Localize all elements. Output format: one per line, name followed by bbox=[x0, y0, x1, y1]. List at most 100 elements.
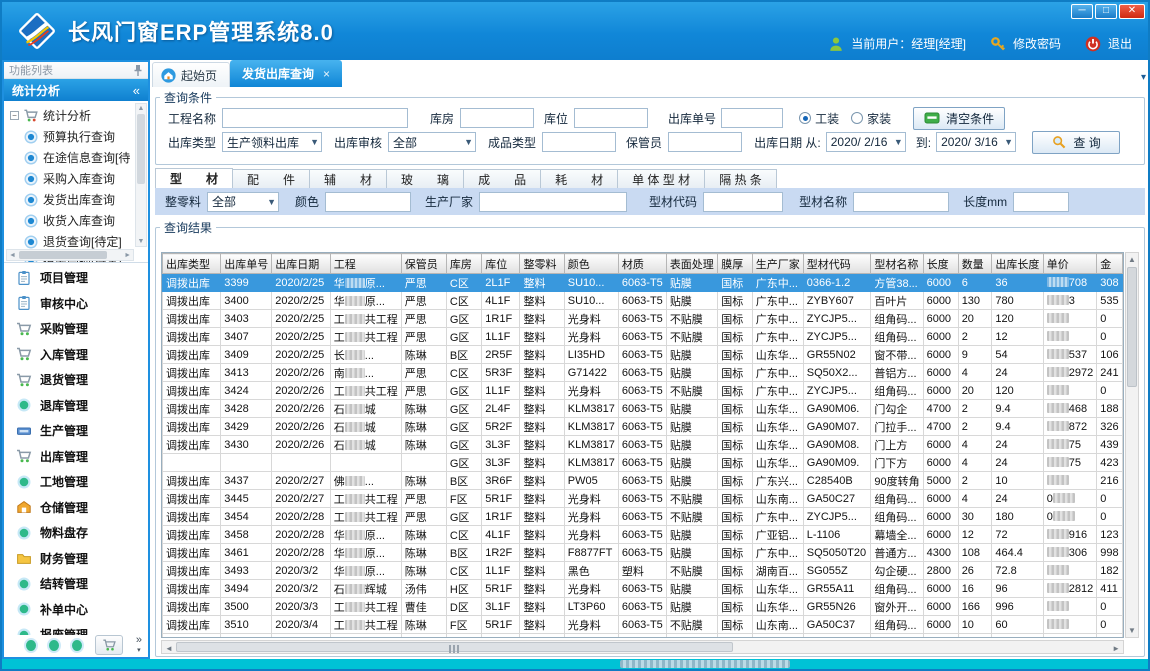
column-header[interactable]: 长度 bbox=[923, 254, 958, 274]
warehouse-input[interactable] bbox=[460, 108, 534, 128]
more-modules-button[interactable]: » ▾ bbox=[136, 636, 142, 655]
scroll-thumb[interactable] bbox=[137, 114, 145, 184]
location-input[interactable] bbox=[574, 108, 648, 128]
material-tab[interactable]: 型 材 bbox=[155, 168, 233, 189]
column-header[interactable]: 库房 bbox=[446, 254, 481, 274]
module-dot-icon[interactable] bbox=[49, 640, 59, 651]
table-row[interactable]: 调拨出库34292020/2/26石城陈琳G区5R2F整料KLM38176063… bbox=[163, 418, 1123, 436]
table-row[interactable]: 调拨出库35102020/3/4工共工程陈琳F区5R1F整料光身料6063-T5… bbox=[163, 616, 1123, 634]
product-type-input[interactable] bbox=[542, 132, 616, 152]
tree-item[interactable]: 在途信息查询[待 bbox=[10, 147, 134, 168]
table-row[interactable]: 调拨出库34942020/3/2石辉城汤伟H区5R1F整料光身料6063-T5贴… bbox=[163, 580, 1123, 598]
tree-item[interactable]: 预算执行查询 bbox=[10, 126, 134, 147]
column-header[interactable]: 出库长度 bbox=[992, 254, 1043, 274]
sidebar-item[interactable]: 补单中心 bbox=[4, 597, 148, 623]
date-to-select[interactable]: 2020/ 3/16▼ bbox=[936, 132, 1016, 152]
table-row[interactable]: G区3L3F整料KLM38176063-T5贴膜国标山东华...GA90M09.… bbox=[163, 454, 1123, 472]
table-row[interactable]: 调拨出库34542020/2/28工共工程严思G区1R1F整料光身料6063-T… bbox=[163, 508, 1123, 526]
column-header[interactable]: 颜色 bbox=[564, 254, 618, 274]
sidebar-item[interactable]: 生产管理 bbox=[4, 418, 148, 444]
order-no-input[interactable] bbox=[721, 108, 783, 128]
table-row[interactable]: 调拨出库34002020/2/25华原...严思C区4L1F整料SU10...6… bbox=[163, 292, 1123, 310]
column-header[interactable]: 出库单号 bbox=[221, 254, 272, 274]
sidebar-item[interactable]: 审核中心 bbox=[4, 291, 148, 317]
table-row[interactable]: 调拨出库34092020/2/25长...陈琳B区2R5F整料LI35HD606… bbox=[163, 346, 1123, 364]
scroll-left-icon[interactable]: ◄ bbox=[165, 644, 173, 653]
clear-conditions-button[interactable]: 清空条件 bbox=[913, 107, 1005, 130]
material-tab[interactable]: 辅 材 bbox=[310, 169, 387, 189]
column-header[interactable]: 出库日期 bbox=[272, 254, 331, 274]
audit-select[interactable]: 全部▼ bbox=[388, 132, 476, 152]
collapse-box-icon[interactable]: − bbox=[10, 111, 19, 120]
profile-code-input[interactable] bbox=[703, 192, 783, 212]
manufacturer-input[interactable] bbox=[479, 192, 627, 212]
column-header[interactable]: 库位 bbox=[482, 254, 520, 274]
sidebar-item[interactable]: 项目管理 bbox=[4, 265, 148, 291]
tree-root[interactable]: − 统计分析 bbox=[10, 105, 134, 126]
column-header[interactable]: 表面处理 bbox=[666, 254, 717, 274]
tree-vertical-scrollbar[interactable]: ▲ ▼ bbox=[135, 103, 147, 247]
tree-item[interactable]: 采购入库查询 bbox=[10, 168, 134, 189]
sidebar-item[interactable]: 入库管理 bbox=[4, 342, 148, 368]
sidebar-item[interactable]: 仓储管理 bbox=[4, 495, 148, 521]
profile-name-input[interactable] bbox=[853, 192, 949, 212]
module-dot-icon[interactable] bbox=[72, 640, 82, 651]
sidebar-item[interactable]: 物料盘存 bbox=[4, 520, 148, 546]
keeper-input[interactable] bbox=[668, 132, 742, 152]
scroll-left-icon[interactable]: ◄ bbox=[9, 252, 16, 259]
table-row[interactable]: 调拨出库34072020/2/25工共工程严思G区1L1F整料光身料6063-T… bbox=[163, 328, 1123, 346]
table-row[interactable]: 调拨出库33992020/2/25华原...严思C区2L1F整料SU10...6… bbox=[163, 274, 1123, 292]
column-header[interactable]: 金 bbox=[1097, 254, 1123, 274]
tree-horizontal-scrollbar[interactable]: ◄ ► bbox=[6, 249, 134, 261]
sidebar-item[interactable]: 采购管理 bbox=[4, 316, 148, 342]
sidebar-item[interactable]: 出库管理 bbox=[4, 444, 148, 470]
column-header[interactable]: 生产厂家 bbox=[752, 254, 803, 274]
sidebar-item[interactable]: 财务管理 bbox=[4, 546, 148, 572]
tree-item[interactable]: 收货入库查询 bbox=[10, 210, 134, 231]
scroll-thumb[interactable] bbox=[176, 642, 733, 652]
table-row[interactable]: 调拨出库34372020/2/27佛...陈琳B区3R6F整料PW056063-… bbox=[163, 472, 1123, 490]
table-row[interactable]: 调拨出库34932020/3/2华原...陈琳C区1L1F整料黑色塑料不贴膜国标… bbox=[163, 562, 1123, 580]
column-header[interactable]: 整零料 bbox=[520, 254, 564, 274]
sidebar-item[interactable]: 报废管理 bbox=[4, 622, 148, 635]
table-row[interactable]: 调拨出库34302020/2/26石城陈琳G区3L3F整料KLM38176063… bbox=[163, 436, 1123, 454]
column-header[interactable]: 出库类型 bbox=[163, 254, 221, 274]
table-row[interactable]: 调拨出库34282020/2/26石城陈琳G区2L4F整料KLM38176063… bbox=[163, 400, 1123, 418]
scroll-right-icon[interactable]: ► bbox=[1112, 644, 1120, 653]
close-button[interactable]: ✕ bbox=[1119, 4, 1145, 19]
tree-item[interactable]: 发货出库查询 bbox=[10, 189, 134, 210]
date-from-select[interactable]: 2020/ 2/16▼ bbox=[826, 132, 906, 152]
sidebar-item[interactable]: 退货管理 bbox=[4, 367, 148, 393]
material-tab[interactable]: 隔 热 条 bbox=[705, 169, 777, 189]
material-tab[interactable]: 玻 璃 bbox=[387, 169, 464, 189]
pin-icon[interactable] bbox=[133, 64, 143, 76]
grid-vertical-scrollbar[interactable]: ▲ ▼ bbox=[1125, 252, 1139, 638]
column-header[interactable]: 保管员 bbox=[401, 254, 446, 274]
column-header[interactable]: 数量 bbox=[958, 254, 992, 274]
search-button[interactable]: 查 询 bbox=[1032, 131, 1120, 154]
table-row[interactable]: 调拨出库34612020/2/28华原...陈琳B区1R2F整料F8877FT6… bbox=[163, 544, 1123, 562]
outbound-type-select[interactable]: 生产领料出库▼ bbox=[222, 132, 322, 152]
column-header[interactable]: 型材代码 bbox=[803, 254, 871, 274]
length-input[interactable] bbox=[1013, 192, 1069, 212]
sidebar-item[interactable]: 退库管理 bbox=[4, 393, 148, 419]
table-row[interactable]: 调拨出库34032020/2/25工共工程严思G区1R1F整料光身料6063-T… bbox=[163, 310, 1123, 328]
table-row[interactable]: 调拨出库35122020/3/4工共工程陈琳F区1L2F整料光身料6063-T5… bbox=[163, 634, 1123, 639]
column-header[interactable]: 型材名称 bbox=[871, 254, 923, 274]
grid-horizontal-scrollbar[interactable]: ◄ ► bbox=[161, 640, 1124, 654]
project-name-input[interactable] bbox=[222, 108, 408, 128]
scroll-down-icon[interactable]: ▼ bbox=[1126, 626, 1138, 635]
column-header[interactable]: 膜厚 bbox=[718, 254, 753, 274]
sidebar-item[interactable]: 结转管理 bbox=[4, 571, 148, 597]
material-tab[interactable]: 耗 材 bbox=[541, 169, 618, 189]
tab-list-arrow-icon[interactable]: ▾ bbox=[1141, 72, 1146, 83]
scroll-up-icon[interactable]: ▲ bbox=[1126, 255, 1138, 264]
material-tab[interactable]: 配 件 bbox=[233, 169, 310, 189]
change-password-link[interactable]: 修改密码 bbox=[1013, 35, 1061, 52]
collapse-icon[interactable]: « bbox=[133, 83, 140, 98]
module-dot-icon[interactable] bbox=[26, 640, 36, 651]
column-header[interactable]: 单价 bbox=[1043, 254, 1096, 274]
radio-gongzhuang[interactable]: 工装 bbox=[799, 110, 839, 127]
scroll-thumb[interactable] bbox=[1127, 267, 1137, 387]
scroll-thumb[interactable] bbox=[19, 251, 107, 259]
